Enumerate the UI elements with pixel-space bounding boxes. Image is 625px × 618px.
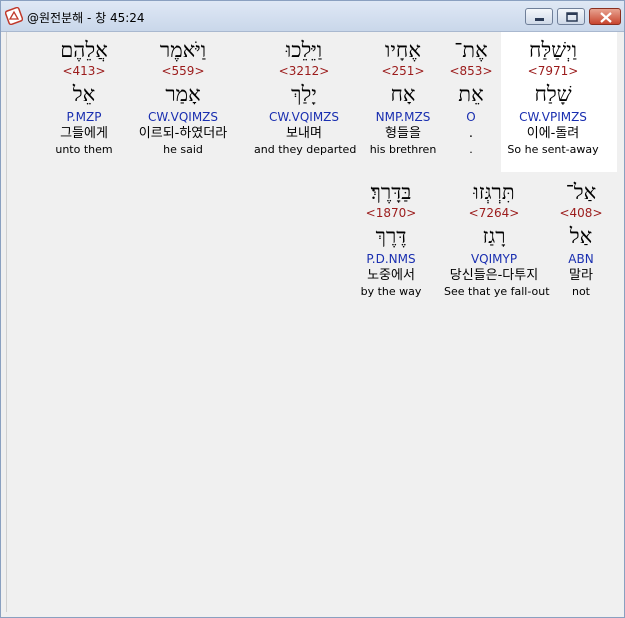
word-strong-number[interactable]: <7264> xyxy=(444,206,544,221)
window-title: @원전분해 - 창 45:24 xyxy=(27,11,145,25)
word-hebrew: אֲלֵהֶם xyxy=(60,38,108,62)
word-strong-number[interactable]: <408> xyxy=(531,206,625,221)
word-strong-number[interactable]: <1870> xyxy=(341,206,441,221)
interlinear-panel[interactable]: וַיְשַׁלַּח <7971> שָׁלַח CW.VPIMZS 이에-돌… xyxy=(6,32,617,612)
word-4[interactable]: וַיֹּאמֶר <559> אָמַר CW.VQIMZS 이르되-하였더라… xyxy=(133,36,233,157)
word-7[interactable]: תִּרְגְּזוּ <7264> רָגַז VQIMYP 당신들은-다투지… xyxy=(444,178,550,299)
word-korean: 그들에게 xyxy=(60,126,108,141)
word-parsing: P.MZP xyxy=(66,110,102,124)
word-korean: 말라 xyxy=(569,268,593,283)
minimize-button[interactable] xyxy=(525,8,553,25)
app-logo-icon xyxy=(4,6,24,26)
word-korean: 이르되-하였더라 xyxy=(138,126,228,141)
word-6[interactable]: אַל־ <408> אַל ABN 말라 not xyxy=(531,178,625,299)
word-lemma: אָח xyxy=(390,82,416,106)
word-hebrew: תִּרְגְּזוּ xyxy=(473,180,515,204)
word-korean: 형들을 xyxy=(385,126,421,141)
word-hebrew: וַיֹּאמֶר xyxy=(159,38,207,62)
app-window: @원전분해 - 창 45:24 וַיְשַׁלַּח <7971> שָׁלַ… xyxy=(0,0,625,618)
word-2[interactable]: אֶחָיו <251> אָח NMP.MZS 형들을 his brethre… xyxy=(353,36,453,157)
word-parsing: ABN xyxy=(568,252,594,266)
word-parsing: CW.VQIMZS xyxy=(268,110,340,124)
word-lemma: יָלַךְ xyxy=(291,82,317,106)
word-hebrew: וַיֵּלֵכוּ xyxy=(285,38,323,62)
word-english: and they departed xyxy=(254,143,357,156)
word-parsing: CW.VQIMZS xyxy=(147,110,219,124)
close-icon xyxy=(600,12,612,23)
word-lemma: רָגַז xyxy=(482,224,506,248)
word-parsing: VQIMYP xyxy=(470,252,518,266)
word-hebrew: אֶחָיו xyxy=(385,38,421,62)
word-strong-number[interactable]: <413> xyxy=(34,64,134,79)
word-strong-number[interactable]: <3212> xyxy=(254,64,354,79)
word-parsing: P.D.NMS xyxy=(366,252,416,266)
word-hebrew: אַל־ xyxy=(565,180,597,204)
maximize-icon xyxy=(566,12,578,22)
word-8[interactable]: בַּדָּרֶךְ׃ <1870> דֶּרֶךְ P.D.NMS 노중에서 … xyxy=(341,178,441,299)
word-korean: 보내며 xyxy=(286,126,322,141)
minimize-icon xyxy=(535,18,544,21)
word-lemma: דֶּרֶךְ xyxy=(375,224,407,248)
word-lemma: אֵל xyxy=(72,82,96,106)
maximize-button[interactable] xyxy=(557,8,585,25)
word-english: See that ye fall-out xyxy=(444,285,550,298)
close-button[interactable] xyxy=(589,8,621,25)
word-strong-number[interactable]: <559> xyxy=(133,64,233,79)
word-parsing: NMP.MZS xyxy=(375,110,431,124)
word-lemma: אָמַר xyxy=(165,82,201,106)
word-3[interactable]: וַיֵּלֵכוּ <3212> יָלַךְ CW.VQIMZS 보내며 a… xyxy=(254,36,357,157)
word-english: unto them xyxy=(55,143,113,156)
word-korean: 노중에서 xyxy=(367,268,415,283)
word-strong-number[interactable]: <251> xyxy=(353,64,453,79)
word-5[interactable]: אֲלֵהֶם <413> אֵל P.MZP 그들에게 unto them xyxy=(34,36,134,157)
word-lemma: אַל xyxy=(569,224,593,248)
word-korean: 당신들은-다투지 xyxy=(449,268,539,283)
word-english: by the way xyxy=(360,285,422,298)
word-hebrew: בַּדָּרֶךְ׃ xyxy=(370,180,412,204)
word-english: he said xyxy=(163,143,203,156)
word-english: his brethren xyxy=(369,143,437,156)
title-bar[interactable]: @원전분해 - 창 45:24 xyxy=(1,1,624,32)
